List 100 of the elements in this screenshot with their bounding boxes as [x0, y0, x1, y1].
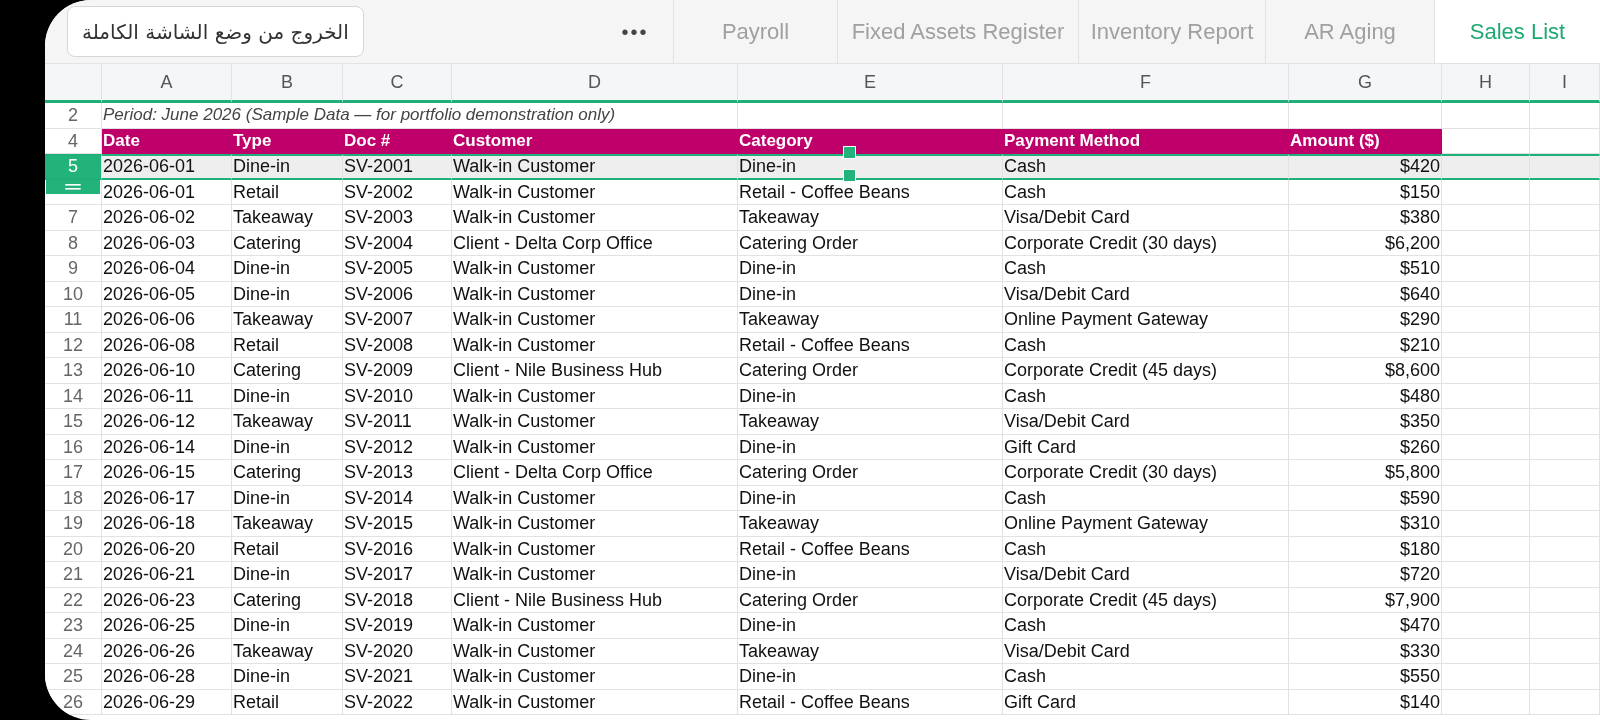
- row-number[interactable]: 24: [45, 638, 102, 664]
- table-cell: 2026-06-17: [102, 485, 232, 511]
- table-cell: Takeaway: [232, 638, 343, 664]
- table-cell: 2026-06-06: [102, 307, 232, 333]
- row-number[interactable]: 25: [45, 664, 102, 690]
- table-cell: Dine-in: [232, 562, 343, 588]
- table-cell: SV-2016: [343, 536, 452, 562]
- table-cell: Visa/Debit Card: [1003, 205, 1289, 231]
- empty-cell: [1530, 511, 1600, 537]
- row-number[interactable]: 23: [45, 613, 102, 639]
- table-cell: Dine-in: [232, 613, 343, 639]
- column-header[interactable]: F: [1003, 64, 1289, 103]
- table-cell: 2026-06-11: [102, 383, 232, 409]
- table-cell: 2026-06-05: [102, 281, 232, 307]
- column-header[interactable]: H: [1442, 64, 1530, 103]
- row-number[interactable]: 19: [45, 511, 102, 537]
- table-cell: Walk-in Customer: [452, 434, 738, 460]
- table-cell: Dine-in: [232, 154, 343, 180]
- column-header[interactable]: G: [1289, 64, 1442, 103]
- table-cell: 2026-06-20: [102, 536, 232, 562]
- table-cell: 2026-06-26: [102, 638, 232, 664]
- table-cell: SV-2009: [343, 358, 452, 384]
- table-cell: SV-2013: [343, 460, 452, 486]
- row-number[interactable]: 16: [45, 434, 102, 460]
- row-number[interactable]: 22: [45, 587, 102, 613]
- column-header[interactable]: D: [452, 64, 738, 103]
- exit-fullscreen-button[interactable]: الخروج من وضع الشاشة الكاملة: [67, 6, 364, 57]
- table-cell: Catering Order: [738, 587, 1003, 613]
- table-cell: 2026-06-12: [102, 409, 232, 435]
- table-cell: Corporate Credit (30 days): [1003, 230, 1289, 256]
- table-cell: Cash: [1003, 332, 1289, 358]
- column-header[interactable]: E: [738, 64, 1003, 103]
- row-number[interactable]: 17: [45, 460, 102, 486]
- table-cell: SV-2020: [343, 638, 452, 664]
- row-number[interactable]: 7: [45, 205, 102, 231]
- table-cell: Visa/Debit Card: [1003, 562, 1289, 588]
- table-cell: Dine-in: [738, 613, 1003, 639]
- column-header[interactable]: B: [232, 64, 343, 103]
- table-cell: Dine-in: [738, 485, 1003, 511]
- row-number[interactable]: 8: [45, 230, 102, 256]
- empty-cell: [1530, 460, 1600, 486]
- table-cell: Dine-in: [232, 434, 343, 460]
- table-cell: Dine-in: [738, 256, 1003, 282]
- table-cell: Walk-in Customer: [452, 179, 738, 205]
- table-cell: Client - Delta Corp Office: [452, 460, 738, 486]
- table-cell: Visa/Debit Card: [1003, 409, 1289, 435]
- table-cell: Catering Order: [738, 230, 1003, 256]
- selection-handle[interactable]: [843, 146, 856, 159]
- sheet-tab[interactable]: Sales List: [1434, 0, 1600, 63]
- empty-cell: [1530, 332, 1600, 358]
- row-number[interactable]: 2: [45, 103, 102, 129]
- row-number[interactable]: 15: [45, 409, 102, 435]
- table-cell: $5,800: [1289, 460, 1442, 486]
- empty-cell: [1530, 230, 1600, 256]
- table-cell: Walk-in Customer: [452, 664, 738, 690]
- row-number[interactable]: 4: [45, 128, 102, 154]
- table-cell: 2026-06-29: [102, 689, 232, 715]
- empty-cell: [1530, 358, 1600, 384]
- row-number[interactable]: 18: [45, 485, 102, 511]
- row-header[interactable]: [45, 179, 102, 205]
- table-cell: Walk-in Customer: [452, 307, 738, 333]
- row-number[interactable]: 12: [45, 332, 102, 358]
- empty-cell: [1530, 562, 1600, 588]
- more-menu-button[interactable]: •••: [605, 0, 665, 63]
- column-header[interactable]: A: [102, 64, 232, 103]
- table-cell: Walk-in Customer: [452, 154, 738, 180]
- table-cell: Dine-in: [232, 281, 343, 307]
- table-cell: Takeaway: [738, 205, 1003, 231]
- column-header[interactable]: C: [343, 64, 452, 103]
- table-cell: SV-2014: [343, 485, 452, 511]
- table-cell: Cash: [1003, 179, 1289, 205]
- empty-cell: [1530, 307, 1600, 333]
- row-number[interactable]: 21: [45, 562, 102, 588]
- row-number[interactable]: 13: [45, 358, 102, 384]
- table-cell: Visa/Debit Card: [1003, 638, 1289, 664]
- row-number[interactable]: 20: [45, 536, 102, 562]
- table-cell: SV-2002: [343, 179, 452, 205]
- table-cell: Walk-in Customer: [452, 536, 738, 562]
- table-cell: 2026-06-04: [102, 256, 232, 282]
- empty-cell: [1530, 205, 1600, 231]
- empty-cell: [1530, 638, 1600, 664]
- table-cell: Period: June 2026 (Sample Data — for portfolio demonstration only): [102, 103, 738, 129]
- select-all-corner[interactable]: [45, 64, 102, 103]
- table-cell: $350: [1289, 409, 1442, 435]
- table-cell: $510: [1289, 256, 1442, 282]
- empty-cell: [1530, 103, 1600, 129]
- table-cell: 2026-06-14: [102, 434, 232, 460]
- row-number[interactable]: 9: [45, 256, 102, 282]
- row-number[interactable]: 11: [45, 307, 102, 333]
- table-cell: Gift Card: [1003, 689, 1289, 715]
- table-cell: Takeaway: [232, 409, 343, 435]
- table-cell: 2026-06-01: [102, 179, 232, 205]
- row-number[interactable]: 14: [45, 383, 102, 409]
- table-cell: 2026-06-08: [102, 332, 232, 358]
- empty-cell: [1530, 383, 1600, 409]
- empty-cell: [1530, 536, 1600, 562]
- table-cell: Retail - Coffee Beans: [738, 332, 1003, 358]
- column-header[interactable]: I: [1530, 64, 1600, 103]
- table-cell: Dine-in: [232, 383, 343, 409]
- row-number[interactable]: 10: [45, 281, 102, 307]
